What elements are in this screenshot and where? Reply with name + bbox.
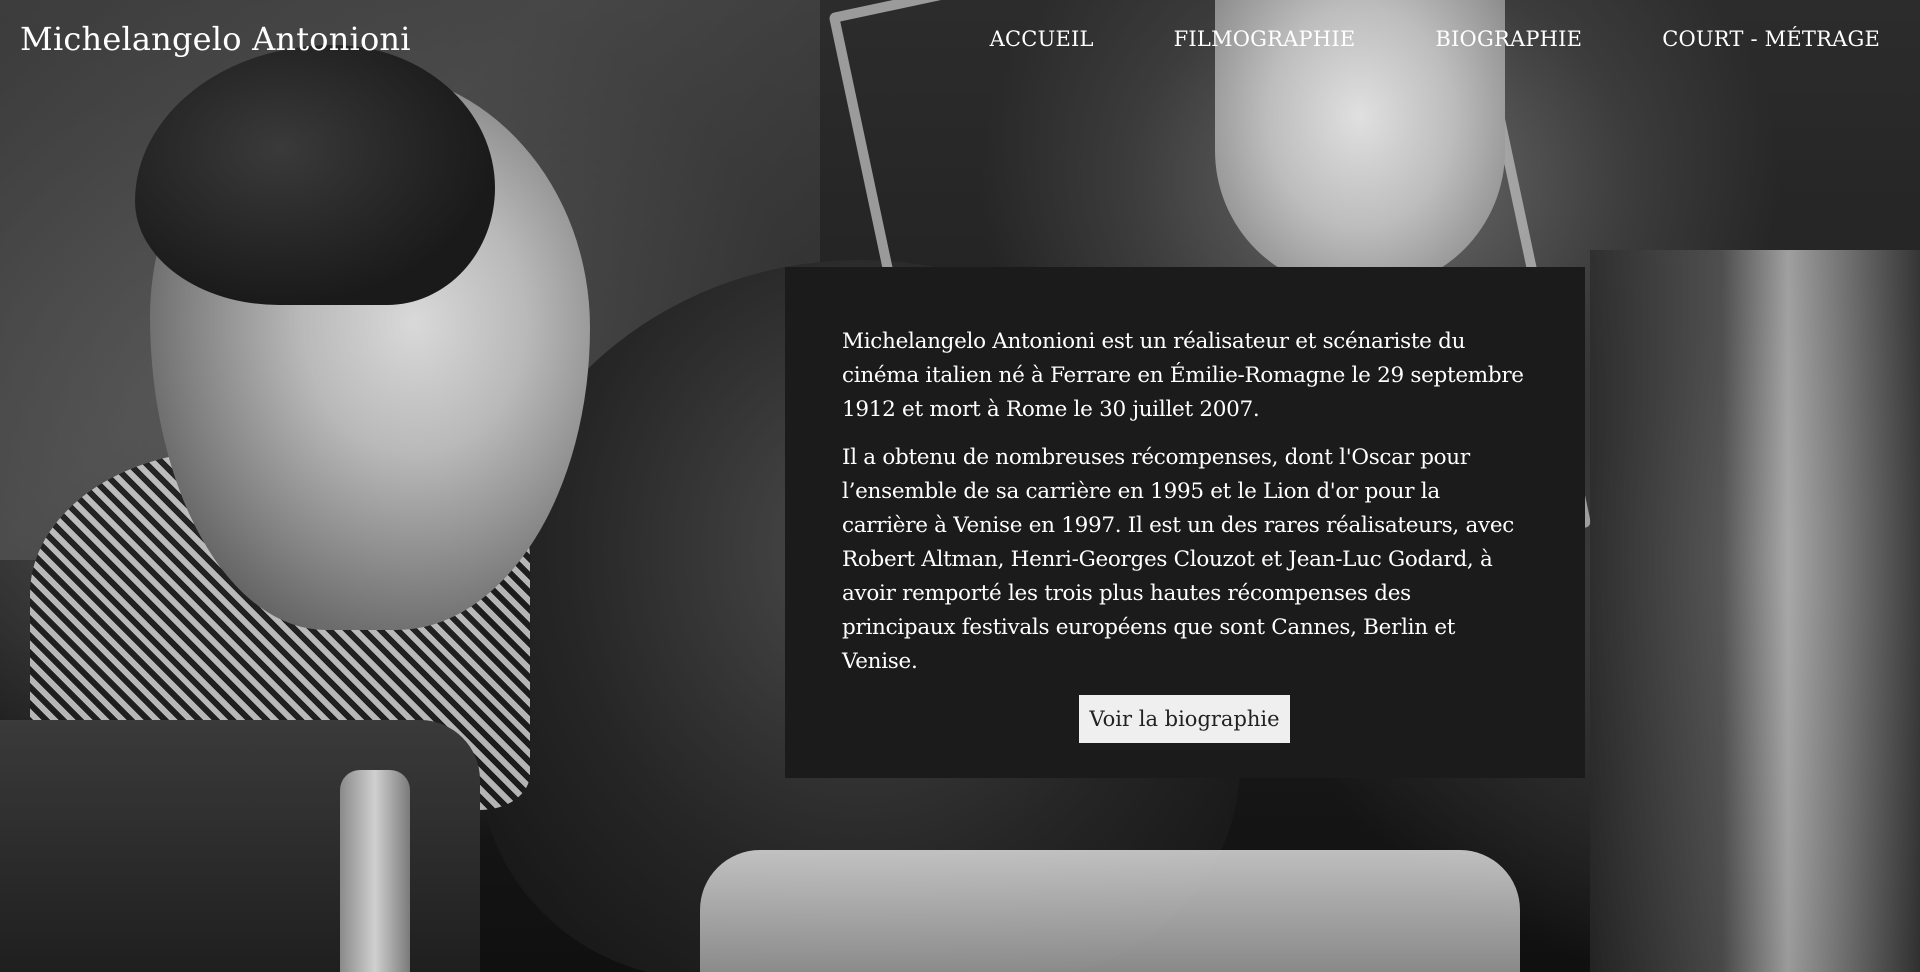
intro-cta-container: Voir la biographie [842, 695, 1527, 743]
intro-paragraph-birth: Michelangelo Antonioni est un réalisateu… [842, 329, 1524, 422]
home-page: Michelangelo Antonioni ACCUEIL FILMOGRAP… [0, 0, 1920, 972]
nav-item-filmographie[interactable]: FILMOGRAPHIE [1174, 27, 1356, 51]
top-navbar: Michelangelo Antonioni ACCUEIL FILMOGRAP… [0, 0, 1920, 78]
site-title-link[interactable]: Michelangelo Antonioni [20, 20, 411, 58]
photo-arm [700, 850, 1520, 972]
intro-card: Michelangelo Antonioni est un réalisateu… [785, 267, 1585, 778]
intro-paragraph-awards: Il a obtenu de nombreuses récompenses, d… [842, 445, 1515, 674]
photo-director-chair-right [1590, 250, 1920, 972]
view-biography-button[interactable]: Voir la biographie [1079, 695, 1290, 743]
main-nav: ACCUEIL FILMOGRAPHIE BIOGRAPHIE COURT - … [990, 27, 1880, 51]
photo-chair-post [340, 770, 410, 972]
nav-item-court-metrage[interactable]: COURT - MÉTRAGE [1662, 27, 1880, 51]
nav-item-biographie[interactable]: BIOGRAPHIE [1435, 27, 1582, 51]
nav-item-accueil[interactable]: ACCUEIL [990, 27, 1094, 51]
